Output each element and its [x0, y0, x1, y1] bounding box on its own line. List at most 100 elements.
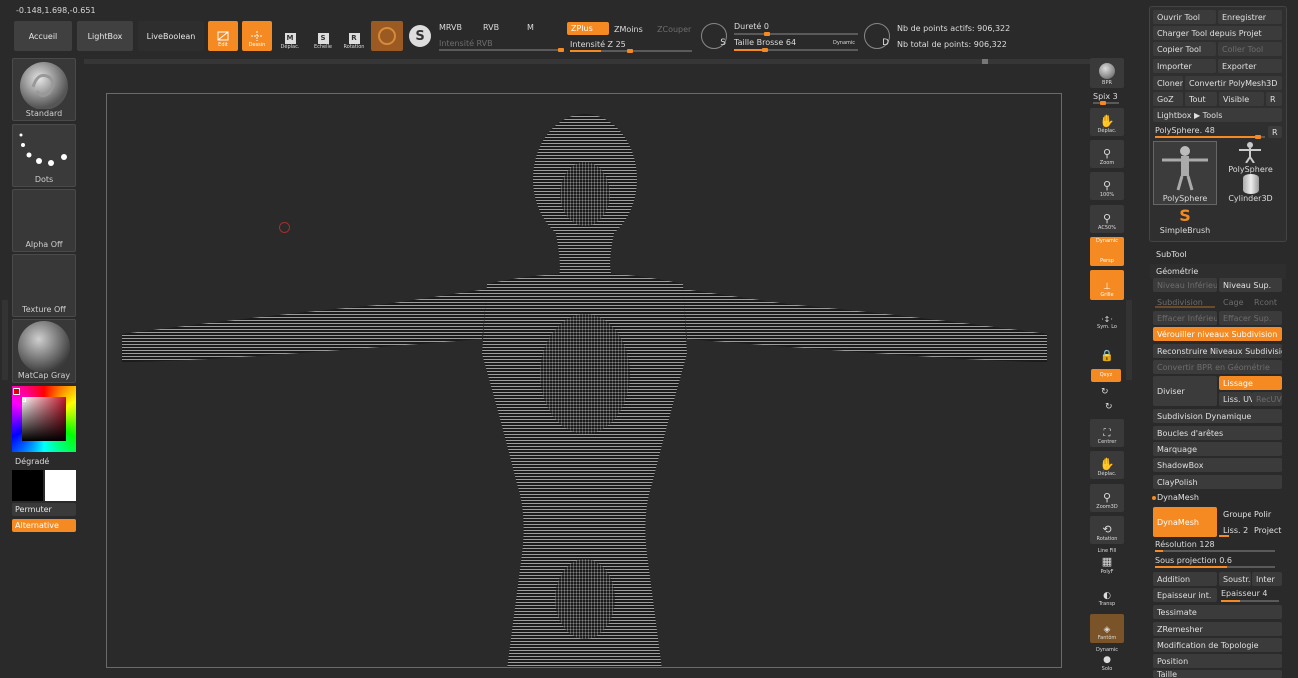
accueil-button[interactable]: Accueil	[14, 21, 72, 51]
verrouiller-subdiv-button[interactable]: Vérouiller niveaux Subdivision	[1153, 327, 1282, 341]
brush-preview-button[interactable]	[371, 21, 403, 51]
sym-lo-button[interactable]: ·↕· Sym. Lo	[1090, 306, 1124, 332]
intensite-z-slider[interactable]: Intensité Z 25	[570, 40, 626, 49]
d-target-icon[interactable]: D	[864, 23, 890, 49]
spix-slider[interactable]: Spix 3	[1093, 92, 1118, 101]
liveboolean-button[interactable]: LiveBoolean	[138, 21, 204, 51]
convertir-polymesh-button[interactable]: Convertir PolyMesh3D	[1185, 76, 1282, 90]
dynamesh-button[interactable]: DynaMesh	[1153, 507, 1217, 537]
grille-button[interactable]: ⊥ Grille	[1090, 270, 1124, 300]
durete-slider[interactable]: Dureté 0	[734, 22, 769, 31]
polysphere-knob[interactable]	[1255, 135, 1261, 139]
zplus-toggle[interactable]: ZPlus	[567, 22, 609, 35]
ac50-button[interactable]: ⚲ AC50%	[1090, 205, 1124, 233]
transp-button[interactable]: ◐ Transp	[1090, 583, 1124, 609]
edit-button[interactable]: Edit	[208, 21, 238, 51]
rotation-button[interactable]: R Rotation	[341, 24, 367, 50]
zcouper-toggle[interactable]: ZCouper	[657, 25, 691, 34]
cloner-button[interactable]: Cloner	[1153, 76, 1183, 90]
groupe-toggle[interactable]: Groupe	[1219, 507, 1251, 521]
rotate-z-icon[interactable]: ↻	[1105, 402, 1113, 412]
matcap-thumb[interactable]: MatCap Gray	[12, 319, 76, 383]
r-button[interactable]: R	[1266, 92, 1282, 106]
liss-uv-toggle[interactable]: Liss. UV	[1219, 392, 1252, 406]
effacer-inferieur-button[interactable]: Effacer Inférieur	[1153, 311, 1217, 325]
taille-knob[interactable]	[762, 48, 768, 52]
addition-toggle[interactable]: Addition	[1153, 572, 1217, 586]
cylinder3d-thumb[interactable]: Cylinder3D	[1219, 174, 1282, 206]
epaisseur-slider[interactable]: Epaisseur 4	[1221, 589, 1268, 598]
tout-button[interactable]: Tout	[1185, 92, 1217, 106]
color-sv-square[interactable]	[22, 397, 66, 441]
intensite-z-knob[interactable]	[627, 49, 633, 53]
spix-knob[interactable]	[1100, 101, 1106, 105]
alpha-thumb[interactable]: Alpha Off	[12, 189, 76, 252]
alternative-button[interactable]: Alternative	[12, 519, 76, 532]
taille-brosse-slider[interactable]: Taille Brosse 64	[734, 38, 796, 47]
importer-button[interactable]: Importer	[1153, 59, 1216, 73]
s-target-icon[interactable]: S	[701, 23, 727, 49]
right-tray-handle[interactable]	[1126, 300, 1132, 380]
project-toggle[interactable]: Project	[1250, 523, 1282, 537]
cage-button[interactable]: Cage	[1219, 295, 1249, 309]
goz-button[interactable]: GoZ	[1153, 92, 1183, 106]
intensite-rvb-knob[interactable]	[558, 48, 564, 52]
polysphere-thumb[interactable]: PolySphere	[1219, 141, 1282, 174]
zoom3d-button[interactable]: ⚲ Zoom3D	[1090, 484, 1124, 512]
color-swatch-mini[interactable]	[13, 388, 20, 395]
resolution-slider[interactable]: Résolution 128	[1155, 540, 1215, 549]
charger-tool-button[interactable]: Charger Tool depuis Projet	[1153, 26, 1282, 40]
tessimate-item[interactable]: Tessimate	[1153, 605, 1282, 619]
exporter-button[interactable]: Exporter	[1218, 59, 1282, 73]
echelle-button[interactable]: S Echelle	[310, 24, 336, 50]
persp-button[interactable]: Dynamic Persp	[1090, 237, 1124, 266]
dynamic-toggle[interactable]: Dynamic	[833, 40, 855, 46]
position-item[interactable]: Position	[1153, 654, 1282, 668]
zoom-button[interactable]: ⚲ Zoom	[1090, 140, 1124, 168]
polyf-button[interactable]: Line Fill ▦ PolyF	[1090, 547, 1124, 577]
dessin-button[interactable]: Dessin	[242, 21, 272, 51]
deplac-view-button[interactable]: ✋ Déplac.	[1090, 108, 1124, 136]
shadowbox-item[interactable]: ShadowBox	[1153, 458, 1282, 472]
subtool-header[interactable]: SubTool	[1150, 247, 1286, 262]
fantome-button[interactable]: ◈ Fantôm	[1090, 614, 1124, 643]
subdivision-dynamique-item[interactable]: Subdivision Dynamique	[1153, 409, 1282, 423]
rotate-y-icon[interactable]: ↻	[1101, 387, 1109, 397]
permuter-button[interactable]: Permuter	[12, 503, 76, 516]
enregistrer-button[interactable]: Enregistrer	[1218, 10, 1282, 24]
effacer-sup-button[interactable]: Effacer Sup.	[1219, 311, 1282, 325]
copier-tool-button[interactable]: Copier Tool	[1153, 42, 1216, 56]
active-tool-thumb[interactable]: PolySphere	[1153, 141, 1217, 205]
lightbox-tools-button[interactable]: Lightbox ▶ Tools	[1153, 108, 1282, 122]
r2-button[interactable]: R	[1268, 126, 1282, 138]
standard-brush-thumb[interactable]: Standard	[12, 58, 76, 121]
reconstruire-subdiv-button[interactable]: Reconstruire Niveaux Subdivision	[1153, 344, 1282, 358]
centrer-button[interactable]: ⛶ Centrer	[1090, 419, 1124, 447]
rcont-button[interactable]: Rcont	[1250, 295, 1282, 309]
niveau-inferieur-button[interactable]: Niveau Inférieur	[1153, 278, 1217, 292]
coller-tool-button[interactable]: Coller Tool	[1218, 42, 1282, 56]
ouvrir-tool-button[interactable]: Ouvrir Tool	[1153, 10, 1216, 24]
bpr-button[interactable]: BPR	[1090, 58, 1124, 88]
zmoins-toggle[interactable]: ZMoins	[614, 25, 643, 34]
durete-knob[interactable]	[764, 32, 770, 36]
sous-projection-slider[interactable]: Sous projection 0.6	[1155, 556, 1232, 565]
marquage-item[interactable]: Marquage	[1153, 442, 1282, 456]
dynamesh-header[interactable]: DynaMesh	[1153, 490, 1282, 505]
deplac-button[interactable]: M Déplac.	[277, 24, 303, 50]
soustr-toggle[interactable]: Soustr.	[1219, 572, 1251, 586]
deplac2-button[interactable]: ✋ Déplac.	[1090, 451, 1124, 479]
boucles-aretes-item[interactable]: Boucles d'arêtes	[1153, 426, 1282, 440]
solo-button[interactable]: Dynamic ● Solo	[1090, 646, 1124, 674]
rotation-view-button[interactable]: ⟲ Rotation	[1090, 516, 1124, 544]
lissage-toggle[interactable]: Lissage	[1219, 376, 1282, 390]
taille-item[interactable]: Taille	[1153, 670, 1282, 678]
material-sphere-icon[interactable]: S	[409, 25, 431, 47]
geometrie-header[interactable]: Géométrie	[1150, 264, 1286, 279]
qxyz-button[interactable]: Qxyz	[1091, 369, 1121, 382]
texture-thumb[interactable]: Texture Off	[12, 254, 76, 317]
polysphere-slider[interactable]: PolySphere. 48	[1155, 126, 1215, 135]
epaisseur-int-toggle[interactable]: Epaisseur int.	[1153, 588, 1217, 602]
diviser-button[interactable]: Diviser	[1153, 376, 1217, 406]
modification-topologie-item[interactable]: Modification de Topologie	[1153, 638, 1282, 652]
